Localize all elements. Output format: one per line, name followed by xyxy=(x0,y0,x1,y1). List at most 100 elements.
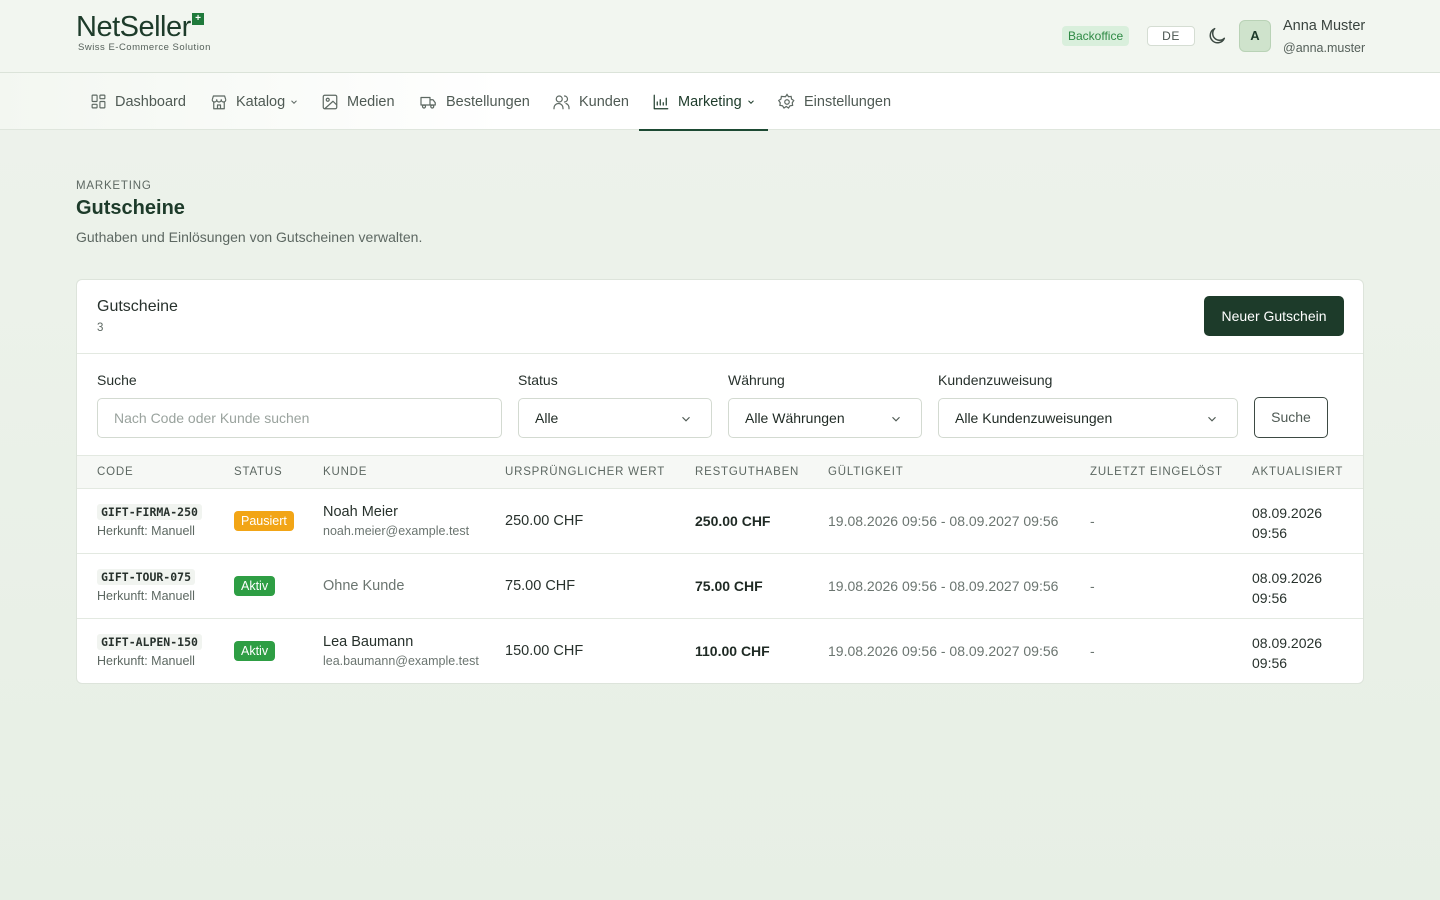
assignment-select[interactable]: Alle Kundenzuweisungen xyxy=(938,398,1238,438)
assignment-label: Kundenzuweisung xyxy=(938,372,1053,388)
nav-item-bestellungen[interactable]: Bestellungen xyxy=(419,73,530,130)
nav-label: Dashboard xyxy=(115,93,186,110)
table-header: CODE STATUS KUNDE URSPRÜNGLICHER WERT RE… xyxy=(77,455,1363,489)
top-header: NetSeller + Swiss E-Commerce Solution Bac… xyxy=(0,0,1440,73)
dark-mode-toggle[interactable] xyxy=(1206,25,1228,47)
customer-email: lea.baumann@example.test xyxy=(323,654,479,668)
nav-label: Katalog xyxy=(236,93,286,110)
voucher-origin: Herkunft: Manuell xyxy=(97,589,195,603)
original-value: 150.00 CHF xyxy=(505,643,584,659)
currency-select[interactable]: Alle Währungen xyxy=(728,398,922,438)
remaining-balance: 250.00 CHF xyxy=(695,513,771,529)
chevron-down-icon xyxy=(747,99,754,104)
validity-range: 19.08.2026 09:56 - 08.09.2027 09:56 xyxy=(828,513,1059,529)
original-value: 75.00 CHF xyxy=(505,578,576,594)
column-header[interactable]: AKTUALISIERT xyxy=(1252,466,1343,478)
nav-item-medien[interactable]: Medien xyxy=(321,73,395,130)
customer-name[interactable]: Noah Meier xyxy=(323,504,398,520)
validity-range: 19.08.2026 09:56 - 08.09.2027 09:56 xyxy=(828,643,1059,659)
nav-label: Medien xyxy=(347,93,395,110)
page-title: Gutscheine xyxy=(76,197,185,219)
users-icon xyxy=(553,94,570,109)
updated-at: 08.09.2026 09:56 xyxy=(1252,570,1323,606)
vouchers-card: Gutscheine 3 Neuer Gutschein Suche Nach … xyxy=(76,279,1364,684)
dashboard-icon xyxy=(91,94,106,109)
column-header[interactable]: CODE xyxy=(97,466,133,478)
divider xyxy=(77,353,1363,354)
chart-icon xyxy=(653,94,669,109)
env-badge: Backoffice xyxy=(1062,26,1130,46)
gear-icon xyxy=(778,92,795,109)
brand-name: NetSeller xyxy=(76,11,191,43)
search-input[interactable]: Nach Code oder Kunde suchen xyxy=(97,398,502,438)
user-name: Anna Muster xyxy=(1283,18,1366,34)
column-header[interactable]: STATUS xyxy=(234,466,282,478)
nav-item-einstellungen[interactable]: Einstellungen xyxy=(778,73,891,130)
updated-at: 08.09.2026 09:56 xyxy=(1252,635,1323,671)
column-header[interactable]: RESTGUTHABEN xyxy=(695,466,799,478)
last-redeemed: - xyxy=(1090,513,1095,529)
last-redeemed: - xyxy=(1090,643,1095,659)
chevron-down-icon xyxy=(892,416,900,422)
card-title: Gutscheine xyxy=(97,298,178,315)
updated-at: 08.09.2026 09:56 xyxy=(1252,505,1323,541)
chevron-down-icon xyxy=(291,99,298,104)
column-header[interactable]: ZULETZT EINGELÖST xyxy=(1090,466,1223,478)
status-select-value: Alle xyxy=(535,410,559,426)
voucher-origin: Herkunft: Manuell xyxy=(97,524,195,538)
customer-name[interactable]: Lea Baumann xyxy=(323,634,413,650)
voucher-code[interactable]: GIFT-ALPEN-150 xyxy=(97,634,202,650)
voucher-count: 3 xyxy=(97,322,104,334)
brand-logo[interactable]: NetSeller + Swiss E-Commerce Solution xyxy=(76,11,211,54)
remaining-balance: 110.00 CHF xyxy=(695,643,770,659)
image-icon xyxy=(322,94,338,109)
validity-range: 19.08.2026 09:56 - 08.09.2027 09:56 xyxy=(828,578,1059,594)
nav-label: Kunden xyxy=(579,93,629,110)
status-badge: Aktiv xyxy=(234,576,276,596)
status-label: Status xyxy=(518,372,558,388)
nav-label: Einstellungen xyxy=(804,93,892,110)
currency-label: Währung xyxy=(728,372,785,388)
nav-item-marketing[interactable]: Marketing xyxy=(639,73,768,131)
brand-tagline: Swiss E-Commerce Solution xyxy=(78,42,211,53)
currency-select-value: Alle Währungen xyxy=(745,410,845,426)
customer-email: noah.meier@example.test xyxy=(323,524,470,538)
customer-name: Ohne Kunde xyxy=(323,578,405,594)
truck-icon xyxy=(420,96,436,109)
status-badge: Pausiert xyxy=(234,511,294,531)
nav-item-dashboard[interactable]: Dashboard xyxy=(90,73,186,130)
assignment-select-value: Alle Kundenzuweisungen xyxy=(955,410,1113,426)
avatar[interactable]: A xyxy=(1239,20,1271,52)
voucher-origin: Herkunft: Manuell xyxy=(97,654,195,668)
language-switch-button[interactable]: DE xyxy=(1147,26,1195,46)
table-row[interactable]: GIFT-FIRMA-250 Herkunft: Manuell Pausier… xyxy=(77,489,1363,554)
chevron-down-icon xyxy=(682,416,690,422)
original-value: 250.00 CHF xyxy=(505,513,584,529)
store-icon xyxy=(211,94,227,109)
voucher-code[interactable]: GIFT-TOUR-075 xyxy=(97,569,196,585)
search-label: Suche xyxy=(97,372,137,388)
brand-plus: + xyxy=(191,13,204,25)
nav-label: Bestellungen xyxy=(446,93,530,110)
moon-icon xyxy=(1209,27,1226,44)
page-description: Guthaben und Einlösungen von Gutscheinen… xyxy=(76,229,423,245)
nav-item-katalog[interactable]: Katalog xyxy=(210,73,299,130)
new-voucher-button[interactable]: Neuer Gutschein xyxy=(1204,296,1344,336)
search-button[interactable]: Suche xyxy=(1254,397,1328,438)
nav-label: Marketing xyxy=(678,93,742,110)
status-badge: Aktiv xyxy=(234,641,276,661)
user-handle: @anna.muster xyxy=(1283,41,1366,55)
main-nav: Dashboard Katalog Medien Bestellungen Ku… xyxy=(0,73,1440,131)
table-row[interactable]: GIFT-ALPEN-150 Herkunft: Manuell Aktiv L… xyxy=(77,619,1363,683)
status-select[interactable]: Alle xyxy=(518,398,712,438)
column-header[interactable]: URSPRÜNGLICHER WERT xyxy=(505,466,665,478)
table-row[interactable]: GIFT-TOUR-075 Herkunft: Manuell Aktiv Oh… xyxy=(77,554,1363,619)
voucher-code[interactable]: GIFT-FIRMA-250 xyxy=(97,504,202,520)
last-redeemed: - xyxy=(1090,578,1095,594)
nav-item-kunden[interactable]: Kunden xyxy=(552,73,629,130)
chevron-down-icon xyxy=(1208,416,1216,422)
remaining-balance: 75.00 CHF xyxy=(695,578,763,594)
column-header[interactable]: KUNDE xyxy=(323,466,367,478)
page-eyebrow: MARKETING xyxy=(76,180,152,192)
column-header[interactable]: GÜLTIGKEIT xyxy=(828,466,904,478)
